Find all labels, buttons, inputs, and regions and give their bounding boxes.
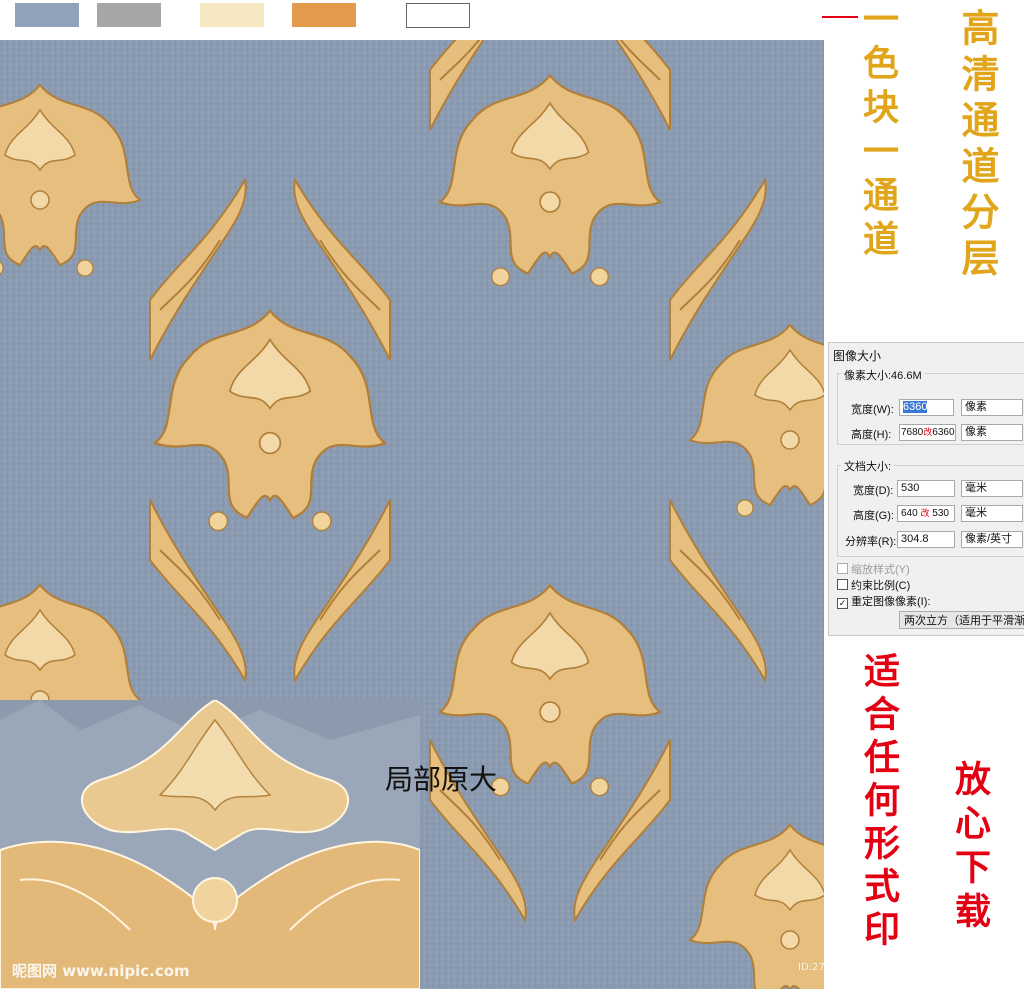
resolution-unit-select[interactable]: 像素/英寸 <box>961 531 1023 548</box>
swatch-orange <box>292 3 356 27</box>
doc-width-field[interactable]: 530 <box>897 480 955 497</box>
doc-height-edit-mark: 改 <box>920 508 930 518</box>
width-label: 宽度(W): <box>851 404 894 416</box>
width-value: 6360 <box>903 401 928 413</box>
doc-height-unit-select[interactable]: 毫米 <box>961 505 1023 522</box>
vertical-text-one-channel: 一色块一通道 <box>857 0 899 264</box>
swatch-white <box>406 3 470 28</box>
swatch-blue-gray <box>15 3 79 27</box>
scale-styles-label: 缩放样式(Y) <box>851 564 910 576</box>
zoom-label: 局部原大 <box>385 763 498 796</box>
resample-check-icon: ✓ <box>837 598 848 609</box>
doc-height-old: 640 <box>901 508 918 519</box>
constrain-label: 约束比例(C) <box>851 580 911 592</box>
resample-label: 重定图像像素(I): <box>851 596 931 608</box>
height-edit-mark: 改 <box>923 427 933 437</box>
height-unit-select[interactable]: 像素 <box>961 424 1023 441</box>
resolution-label: 分辨率(R): <box>845 536 897 548</box>
image-id-watermark: ID:27813070 NO:20200817162510796081 <box>798 962 1012 973</box>
pixel-size-label: 像素大小:46.6M <box>841 367 925 383</box>
dialog-title: 图像大小 <box>833 349 882 363</box>
vertical-text-hd-layers: 高清通道分层 <box>955 8 1000 284</box>
image-size-dialog: 图像大小 像素大小:46.6M 宽度(W): 6360 像素 高度(H): 76… <box>828 342 1024 636</box>
doc-height-field[interactable]: 640 改 530 <box>897 505 955 522</box>
height-label: 高度(H): <box>851 429 892 441</box>
scale-styles-checkbox[interactable]: 缩放样式(Y) <box>837 561 910 577</box>
width-field[interactable]: 6360 <box>899 399 954 416</box>
resample-checkbox[interactable]: ✓ 重定图像像素(I): <box>837 593 930 609</box>
doc-width-unit-select[interactable]: 毫米 <box>961 480 1023 497</box>
nipic-logo-watermark: 昵图网 www.nipic.com <box>12 962 190 980</box>
vertical-text-download: 放心下载 <box>949 760 991 936</box>
swatch-cream <box>200 3 264 27</box>
height-new-value: 6360 <box>932 427 955 438</box>
doc-height-new: 530 <box>932 508 949 519</box>
zoom-ornament <box>0 700 420 989</box>
vertical-text-any-print: 适合任何形式印 <box>858 652 900 953</box>
resolution-field[interactable]: 304.8 <box>897 531 955 548</box>
doc-height-label: 高度(G): <box>853 510 894 522</box>
detail-zoom-panel <box>0 700 420 989</box>
resample-method-select[interactable]: 两次立方（适用于平滑渐变 <box>899 611 1024 629</box>
width-unit-select[interactable]: 像素 <box>961 399 1023 416</box>
constrain-proportions-checkbox[interactable]: 约束比例(C) <box>837 577 910 593</box>
height-field[interactable]: 7680改6360 <box>899 424 956 441</box>
doc-size-label: 文档大小: <box>841 458 895 474</box>
height-old-value: 7680 <box>901 427 924 438</box>
scale-styles-box <box>837 563 848 574</box>
constrain-box <box>837 579 848 590</box>
swatch-gray <box>97 3 161 27</box>
doc-width-label: 宽度(D): <box>853 485 894 497</box>
